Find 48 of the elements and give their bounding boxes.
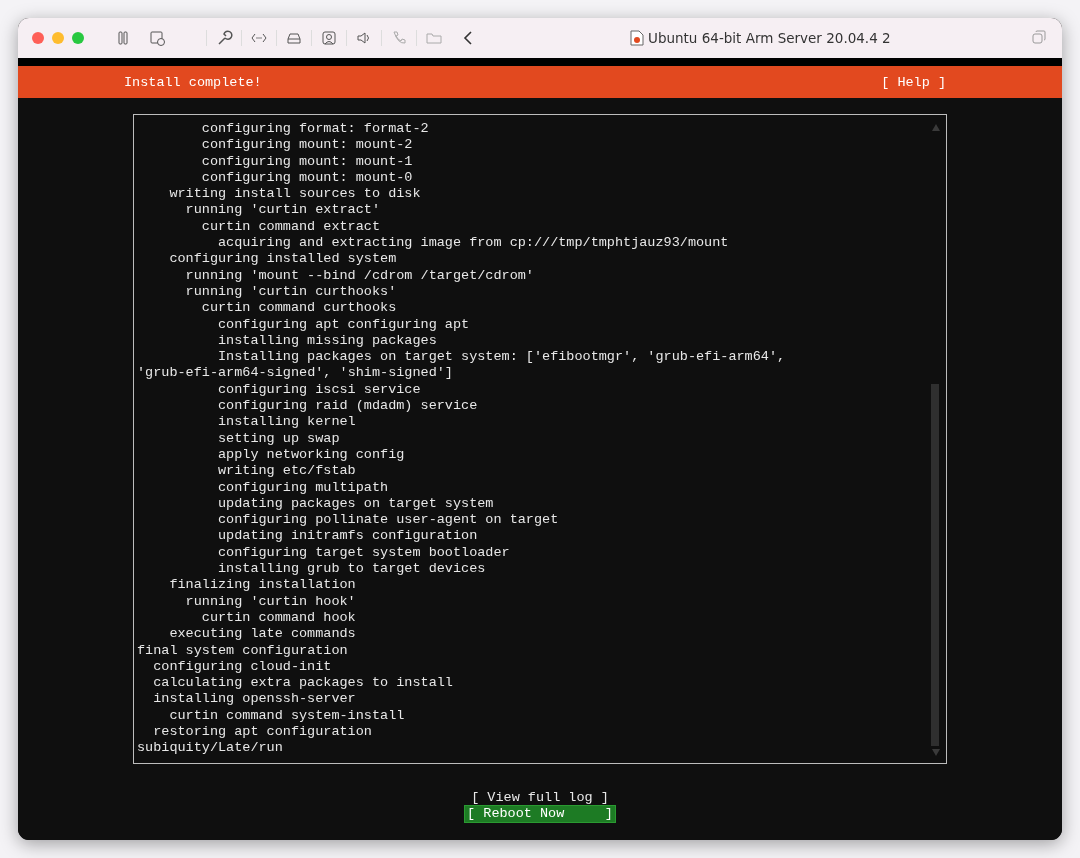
log-line: curtin command hook (200, 609, 357, 627)
log-line: calculating extra packages to install (152, 675, 454, 692)
windows-icon[interactable] (1032, 30, 1046, 44)
log-line: running 'curtin curthooks' (184, 283, 398, 301)
log-line: configuring target system bootloader (217, 544, 511, 561)
log-line: final system configuration (137, 642, 349, 659)
log-line: configuring mount: mount-0 (200, 169, 414, 187)
log-line: configuring apt configuring apt (217, 316, 471, 333)
log-line: restoring apt configuration (152, 724, 373, 741)
log-line: curtin command extract (200, 218, 382, 236)
log-line: installing openssh-server (152, 691, 357, 708)
log-line: installing grub to target devices (217, 561, 487, 578)
log-line: configuring format: format-2 (200, 121, 430, 138)
log-line: finalizing installation (168, 577, 357, 594)
window-title: Ubuntu 64-bit Arm Server 20.04.4 2 (648, 30, 891, 46)
log-line: running 'curtin hook' (184, 593, 357, 610)
log-line: configuring multipath (217, 479, 390, 496)
log-line: configuring iscsi service (217, 381, 422, 399)
log-line: writing install sources to disk (168, 186, 422, 203)
screenshot-icon[interactable] (148, 29, 166, 47)
log-line: executing late commands (168, 626, 357, 643)
log-line: updating initramfs configuration (217, 528, 479, 545)
reboot-button[interactable]: [ Reboot Now ] (465, 806, 615, 822)
log-line: curtin command curthooks (200, 300, 398, 317)
zoom-button[interactable] (72, 32, 84, 44)
log-line: installing kernel (217, 414, 357, 431)
log-line: configuring mount: mount-1 (200, 153, 414, 170)
log-line: writing etc/fstab (217, 463, 357, 480)
log-line: configuring mount: mount-2 (200, 137, 414, 154)
log-line: curtin command system-install (168, 707, 406, 724)
document-icon (630, 30, 644, 46)
log-line: running 'mount --bind /cdrom /target/cdrom' (184, 267, 535, 284)
view-log-button[interactable]: [ View full log ] (469, 790, 611, 806)
log-line: updating packages on target system (217, 495, 495, 513)
log-line: configuring pollinate user-agent on target (217, 512, 560, 529)
log-line: apply networking config (217, 446, 406, 464)
log-line: installing missing packages (217, 332, 438, 350)
help-button[interactable]: [ Help ] (881, 74, 946, 90)
log-line: setting up swap (217, 430, 341, 447)
log-line: subiquity/Late/run (137, 740, 284, 757)
log-line: configuring installed system (168, 251, 398, 268)
screen-title: Install complete! (124, 74, 262, 90)
log-line: configuring raid (mdadm) service (217, 398, 479, 415)
log-line: acquiring and extracting image from cp:///tmp/tmphtjauz93/mount (217, 235, 730, 252)
user-icon[interactable] (320, 29, 338, 47)
log-line: configuring cloud-init (152, 658, 333, 676)
close-button[interactable] (32, 32, 44, 44)
log-line: running 'curtin extract' (184, 202, 382, 219)
